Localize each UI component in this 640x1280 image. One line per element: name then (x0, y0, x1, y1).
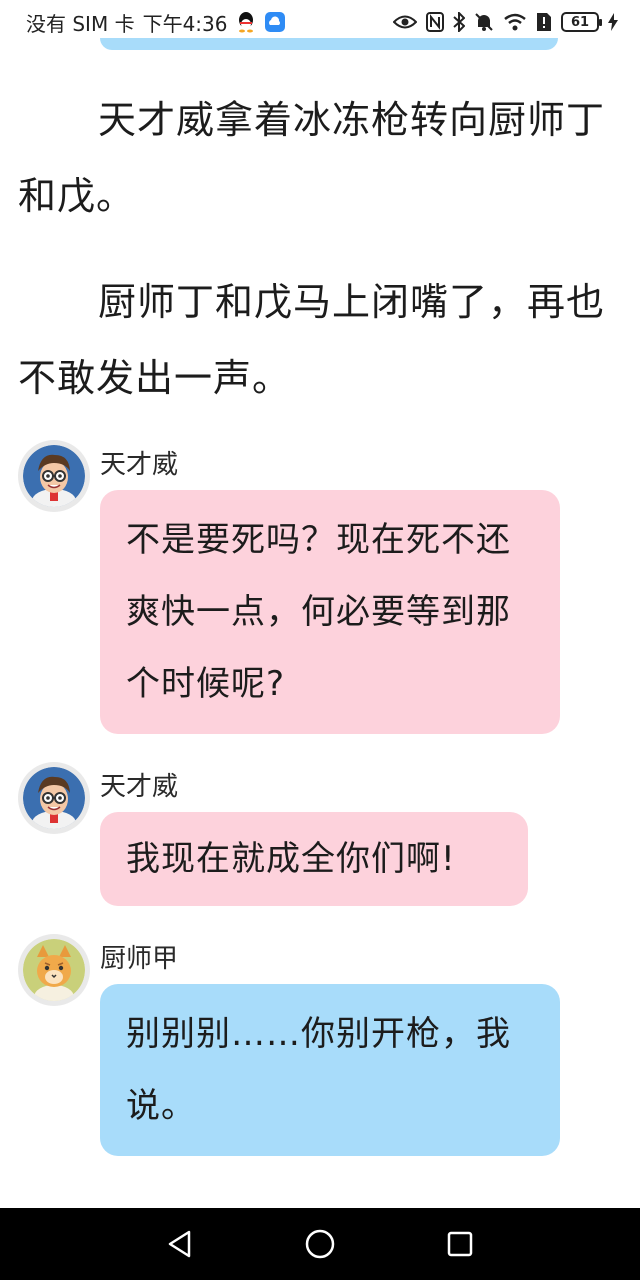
speech-bubble: 我现在就成全你们啊! (100, 812, 528, 906)
speech-bubble: 别别别……你别开枪，我说。 (100, 984, 560, 1156)
qq-icon (236, 11, 256, 33)
back-icon[interactable] (156, 1220, 204, 1268)
carrier-text: 没有 SIM 卡 (26, 11, 135, 36)
speech-bubble: 不是要死吗？现在死不还爽快一点，何必要等到那个时候呢? (100, 490, 560, 734)
previous-bubble-edge (100, 38, 558, 50)
cat-chef-avatar[interactable] (18, 934, 90, 1006)
screen: 没有 SIM 卡 下午4:36 61 天才威拿着冰冻枪转向厨师丁和戊。 厨师丁和… (0, 0, 640, 1280)
recents-icon[interactable] (436, 1220, 484, 1268)
status-left: 没有 SIM 卡 下午4:36 (26, 8, 286, 37)
narration-paragraph: 厨师丁和戊马上闭嘴了，再也不敢发出一声。 (18, 280, 606, 400)
eye-icon (393, 14, 417, 30)
boy-avatar[interactable] (18, 440, 90, 512)
speaker-name: 天才威 (100, 450, 179, 480)
nfc-icon (426, 12, 444, 32)
boy-avatar[interactable] (18, 762, 90, 834)
cloud-app-icon (264, 11, 286, 33)
battery-icon: 61 (561, 12, 602, 32)
mute-bell-icon (474, 12, 494, 32)
narration-paragraph: 天才威拿着冰冻枪转向厨师丁和戊。 (18, 98, 606, 218)
time-text: 下午4:36 (142, 11, 228, 36)
status-right: 61 (393, 12, 618, 32)
wifi-icon (503, 13, 527, 31)
navigation-bar (0, 1208, 640, 1280)
sim-alert-icon (536, 12, 552, 32)
charging-icon (608, 13, 618, 31)
speaker-name: 厨师甲 (100, 944, 179, 974)
bluetooth-icon (453, 12, 465, 32)
speaker-name: 天才威 (100, 772, 179, 802)
home-icon[interactable] (296, 1220, 344, 1268)
